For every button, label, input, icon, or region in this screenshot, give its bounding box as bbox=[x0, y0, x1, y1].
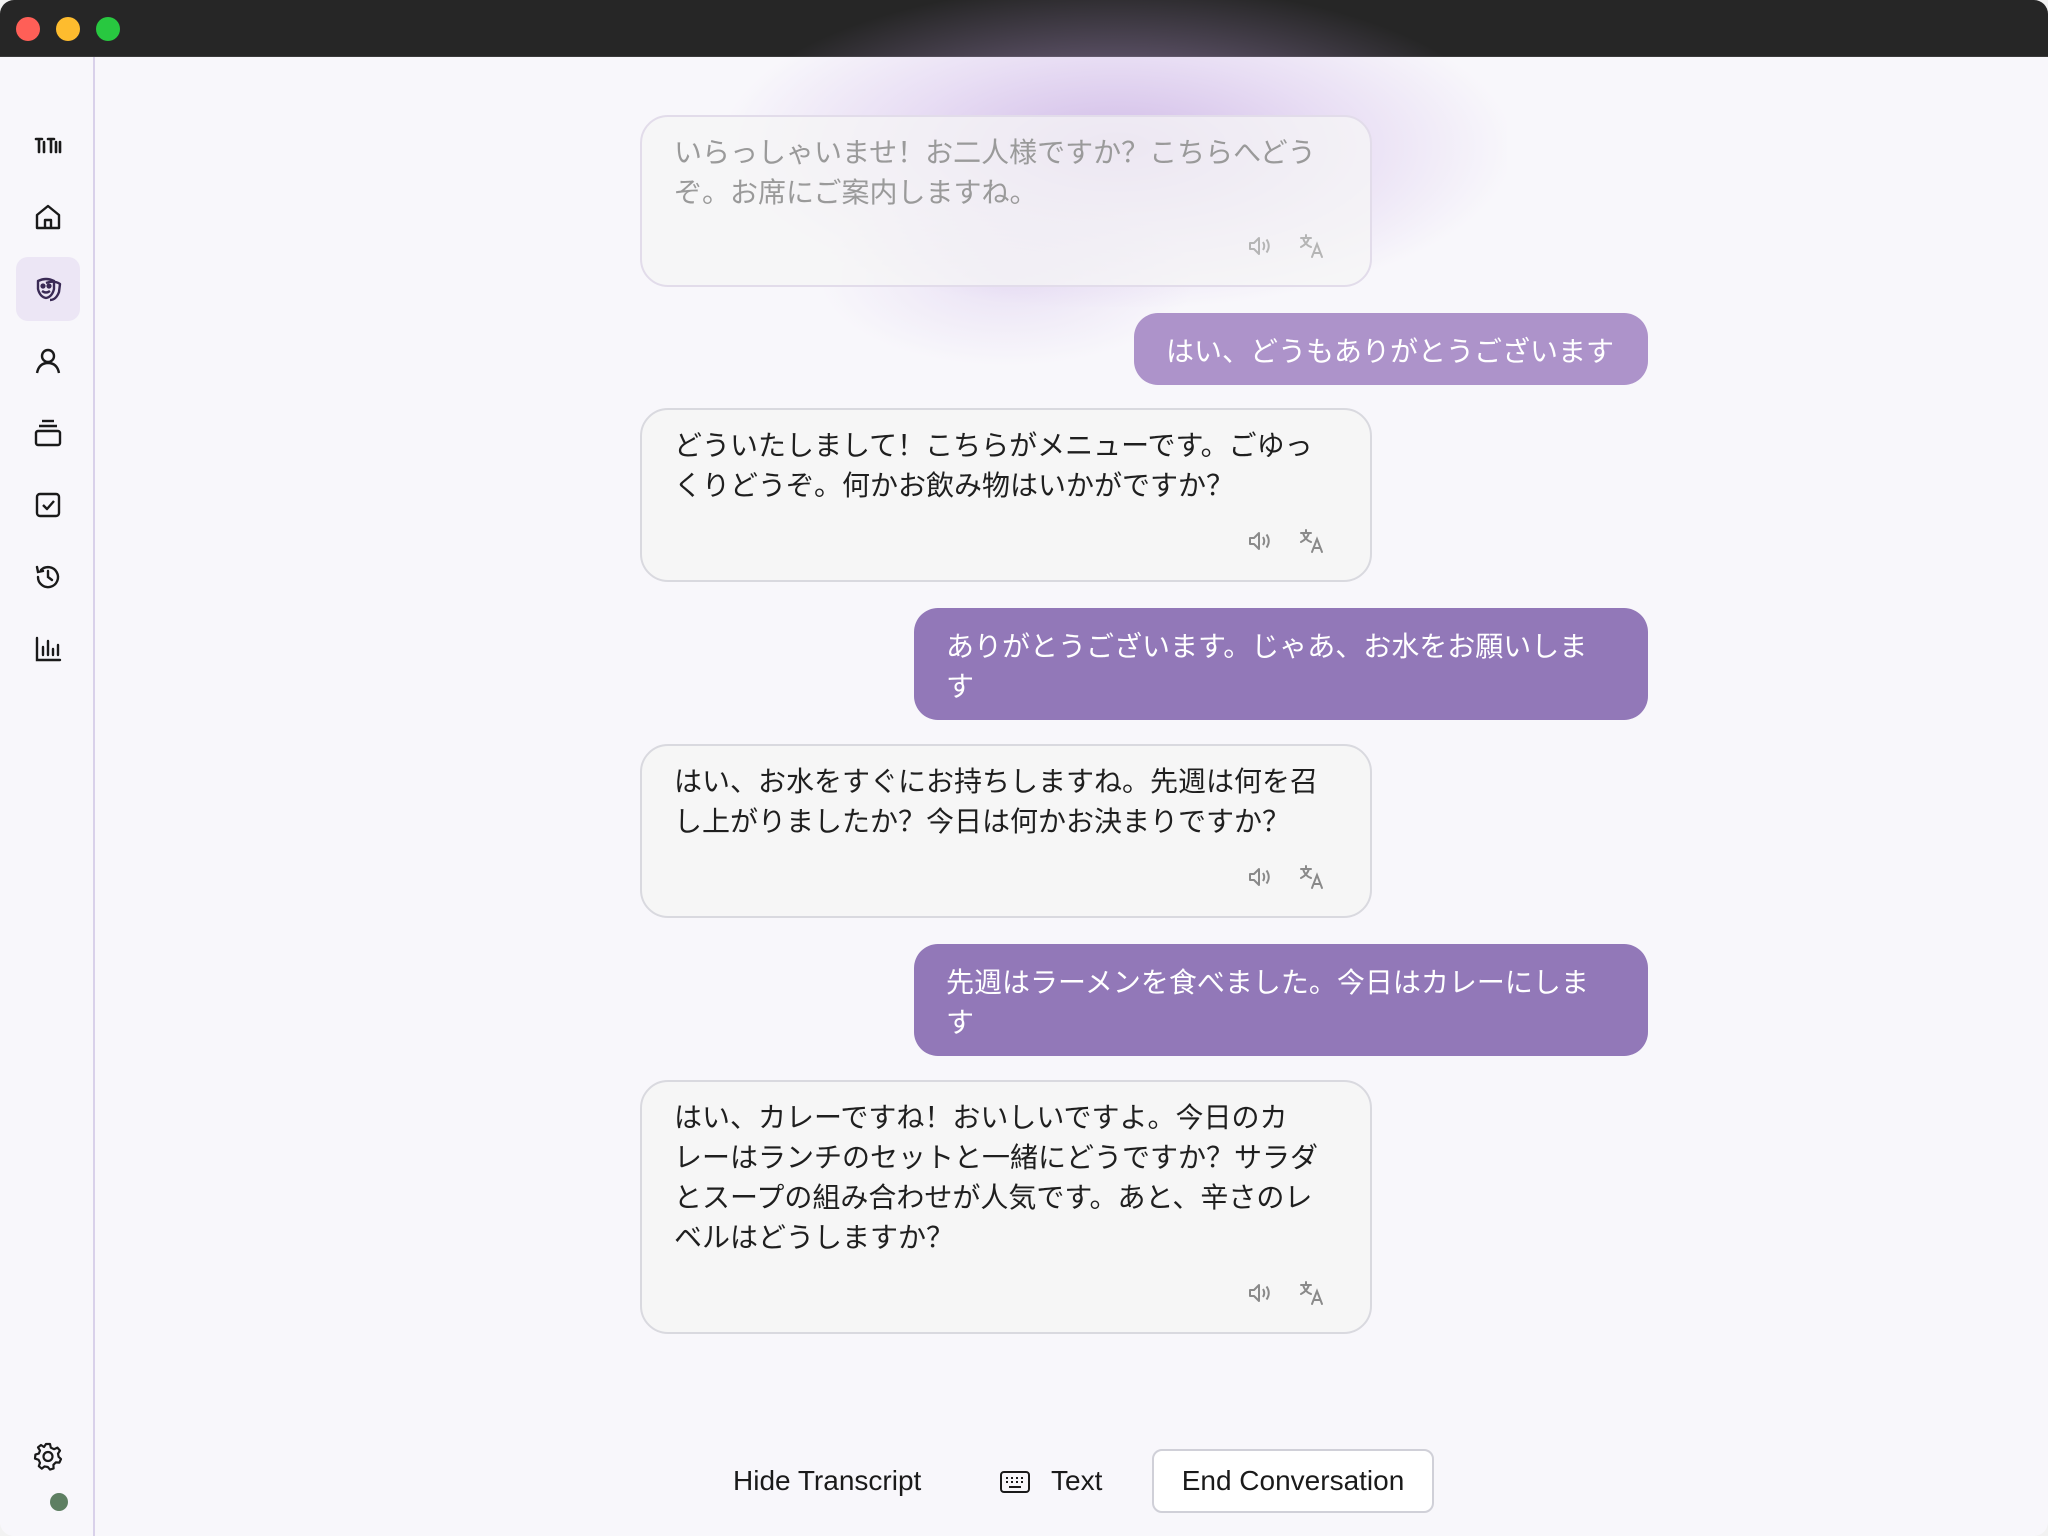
user-message: 先週はラーメンを食べました。今日はカレーにしま す bbox=[914, 944, 1648, 1056]
message-line: ぞ。お席にご案内しますね。 bbox=[674, 176, 1038, 209]
conversation-area: いらっしゃいませ！お二人様ですか？こちらへどう ぞ。お席にご案内しますね。 はい… bbox=[97, 0, 2048, 1536]
message-line: とスープの組み合わせが人気です。あと、辛さのレ bbox=[674, 1181, 1313, 1214]
message-line: ベルはどうしますか？ bbox=[674, 1221, 955, 1254]
logo-icon[interactable] bbox=[16, 113, 80, 177]
translate-icon[interactable] bbox=[1298, 231, 1326, 259]
ai-message: いらっしゃいませ！お二人様ですか？こちらへどう ぞ。お席にご案内しますね。 bbox=[640, 115, 1372, 287]
ai-message: はい、お水をすぐにお持ちしますね。先週は何を召 し上がりましたか？今日は何かお決… bbox=[640, 744, 1372, 918]
message-line: レーはランチのセットと一緒にどうですか？サラダ bbox=[674, 1141, 1319, 1174]
sidebar bbox=[0, 57, 95, 1536]
ai-message: はい、カレーですね！おいしいですよ。今日のカ レーはランチのセットと一緒にどうで… bbox=[640, 1080, 1372, 1334]
message-line: はい、カレーですね！おいしいですよ。今日のカ bbox=[674, 1101, 1288, 1134]
message-line: す bbox=[946, 1006, 975, 1039]
end-conversation-button[interactable]: End Conversation bbox=[1152, 1449, 1434, 1513]
stack-icon[interactable] bbox=[16, 401, 80, 465]
speaker-icon[interactable] bbox=[1246, 526, 1274, 554]
title-bar bbox=[0, 0, 2048, 57]
user-message: はい、どうもありがとうございます bbox=[1133, 313, 1648, 385]
app-window: いらっしゃいませ！お二人様ですか？こちらへどう ぞ。お席にご案内しますね。 はい… bbox=[0, 0, 2048, 1536]
translate-icon[interactable] bbox=[1298, 1278, 1326, 1306]
close-window-button[interactable] bbox=[16, 17, 40, 41]
keyboard-icon[interactable] bbox=[999, 1469, 1031, 1495]
speaker-icon[interactable] bbox=[1246, 862, 1274, 890]
home-icon[interactable] bbox=[16, 185, 80, 249]
message-line: くりどうぞ。何かお飲み物はいかがですか？ bbox=[674, 469, 1235, 502]
checkbox-icon[interactable] bbox=[16, 473, 80, 537]
person-icon[interactable] bbox=[16, 329, 80, 393]
message-line: 先週はラーメンを食べました。今日はカレーにしま bbox=[946, 966, 1589, 999]
message-line: いらっしゃいませ！お二人様ですか？こちらへどう bbox=[674, 136, 1316, 169]
history-icon[interactable] bbox=[16, 545, 80, 609]
ai-message: どういたしまして！こちらがメニューです。ごゆっ くりどうぞ。何かお飲み物はいかが… bbox=[640, 408, 1372, 582]
message-line: す bbox=[946, 670, 975, 703]
minimize-window-button[interactable] bbox=[56, 17, 80, 41]
speaker-icon[interactable] bbox=[1246, 231, 1274, 259]
roleplay-mask-icon[interactable] bbox=[16, 257, 80, 321]
message-line: はい、どうもありがとうございます bbox=[1165, 335, 1614, 368]
chart-icon[interactable] bbox=[16, 617, 80, 681]
gear-icon[interactable] bbox=[16, 1424, 80, 1488]
message-line: ありがとうございます。じゃあ、お水をお願いしま bbox=[946, 630, 1588, 663]
message-line: し上がりましたか？今日は何かお決まりですか？ bbox=[674, 805, 1291, 838]
message-line: どういたしまして！こちらがメニューです。ごゆっ bbox=[674, 429, 1313, 462]
message-line: はい、お水をすぐにお持ちしますね。先週は何を召 bbox=[674, 765, 1319, 798]
translate-icon[interactable] bbox=[1298, 862, 1326, 890]
text-mode-button[interactable]: Text bbox=[1051, 1465, 1102, 1497]
conversation-controls: Hide Transcript Text End Conversation bbox=[97, 1447, 2048, 1527]
user-message: ありがとうございます。じゃあ、お水をお願いしま す bbox=[914, 608, 1648, 720]
translate-icon[interactable] bbox=[1298, 526, 1326, 554]
maximize-window-button[interactable] bbox=[96, 17, 120, 41]
status-dot bbox=[50, 1493, 68, 1511]
speaker-icon[interactable] bbox=[1246, 1278, 1274, 1306]
hide-transcript-button[interactable]: Hide Transcript bbox=[733, 1465, 921, 1497]
